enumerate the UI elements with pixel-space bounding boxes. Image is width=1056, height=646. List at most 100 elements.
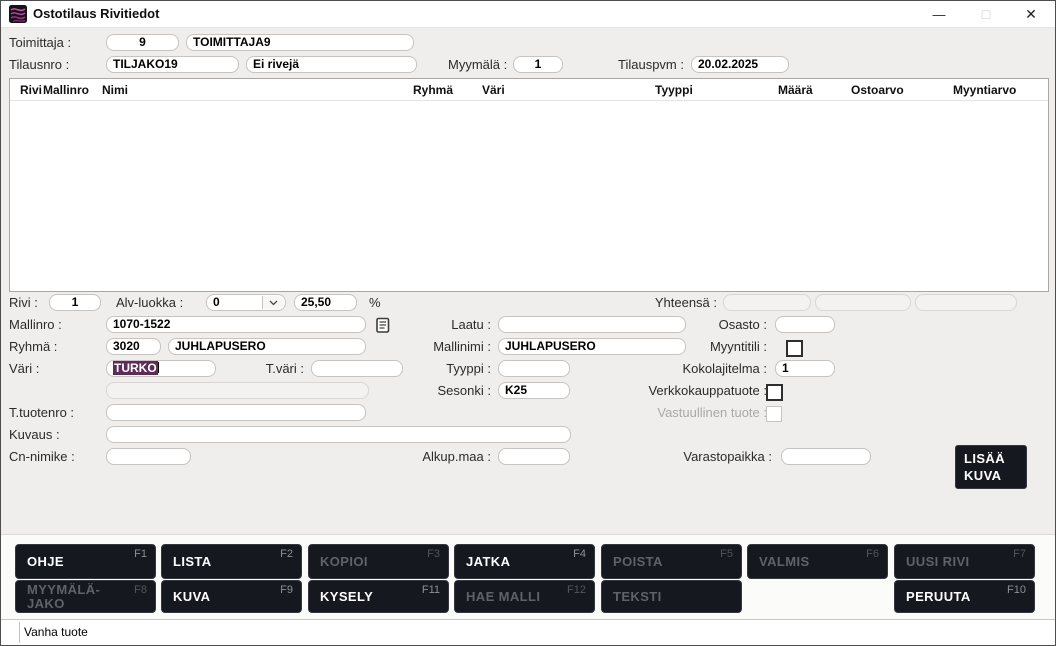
button-myymalajako-label: MYYMÄLÄ-JAKO: [27, 583, 119, 611]
kuvaus-field[interactable]: [106, 426, 571, 443]
button-hae-malli[interactable]: HAE MALLI F12: [454, 580, 595, 613]
verkkokauppatuote-label: Verkkokauppatuote :: [648, 382, 767, 400]
osasto-field[interactable]: [775, 316, 835, 333]
button-lista-label: LISTA: [173, 555, 212, 569]
ryhma-label: Ryhmä :: [9, 338, 57, 356]
col-ryhma: Ryhmä: [413, 82, 453, 98]
button-kuva-label: KUVA: [173, 590, 210, 604]
tyyppi-field[interactable]: [498, 360, 570, 377]
button-hae-malli-label: HAE MALLI: [466, 590, 540, 604]
button-valmis[interactable]: VALMIS F6: [747, 544, 888, 579]
button-poista-label: POISTA: [613, 555, 663, 569]
button-uusi-rivi[interactable]: UUSI RIVI F7: [894, 544, 1035, 579]
verkkokauppatuote-checkbox[interactable]: [766, 384, 783, 401]
alkup-maa-field[interactable]: [498, 448, 570, 465]
text-cursor: [158, 362, 159, 373]
sesonki-label: Sesonki :: [438, 382, 491, 400]
laatu-field[interactable]: [498, 316, 686, 333]
ryhma-name-field[interactable]: JUHLAPUSERO: [168, 338, 366, 355]
yhteensa-field-1: [723, 294, 811, 311]
window-title: Ostotilaus Rivitiedot: [33, 1, 159, 27]
minimize-icon[interactable]: —: [923, 1, 955, 27]
mallinro-label: Mallinro :: [9, 316, 62, 334]
kokolajitelma-field[interactable]: 1: [775, 360, 835, 377]
ryhma-code-field[interactable]: 3020: [106, 338, 161, 355]
button-lista[interactable]: LISTA F2: [161, 544, 302, 579]
vari-selected-text: TURKO: [113, 361, 158, 375]
button-teksti-label: TEKSTI: [613, 590, 662, 604]
maximize-icon: □: [970, 1, 1002, 27]
tilausnro-field[interactable]: TILJAKO19: [106, 56, 239, 73]
button-ohje[interactable]: OHJE F1: [15, 544, 156, 579]
button-jatka[interactable]: JATKA F4: [454, 544, 595, 579]
button-teksti[interactable]: TEKSTI: [601, 580, 742, 613]
close-icon[interactable]: ✕: [1015, 1, 1047, 27]
button-kysely[interactable]: KYSELY F11: [308, 580, 449, 613]
percent-sign: %: [369, 294, 381, 312]
myyntitili-checkbox[interactable]: [786, 340, 803, 357]
tilauspvm-label: Tilauspvm :: [618, 56, 684, 74]
button-uusi-rivi-fkey: F7: [1013, 548, 1026, 560]
col-rivi: Rivi: [20, 82, 42, 98]
alv-luokka-label: Alv-luokka :: [116, 294, 183, 312]
button-jatka-label: JATKA: [466, 555, 510, 569]
yhteensa-field-3: [915, 294, 1017, 311]
cn-nimike-label: Cn-nimike :: [9, 448, 75, 466]
button-kysely-label: KYSELY: [320, 590, 373, 604]
button-peruuta-fkey: F10: [1007, 584, 1026, 596]
col-myyntiarvo: Myyntiarvo: [953, 82, 1016, 98]
sesonki-field[interactable]: K25: [498, 382, 570, 399]
tvari-field[interactable]: [311, 360, 403, 377]
button-jatka-fkey: F4: [573, 548, 586, 560]
tilauspvm-field[interactable]: 20.02.2025: [691, 56, 789, 73]
myymala-label: Myymälä :: [448, 56, 507, 74]
mallinimi-field[interactable]: JUHLAPUSERO: [498, 338, 686, 355]
kokolajitelma-label: Kokolajitelma :: [682, 360, 767, 378]
button-peruuta-label: PERUUTA: [906, 590, 971, 604]
button-kopioi[interactable]: KOPIOI F3: [308, 544, 449, 579]
alv-luokka-select[interactable]: 0: [206, 294, 286, 311]
button-kuva[interactable]: KUVA F9: [161, 580, 302, 613]
button-ohje-label: OHJE: [27, 555, 64, 569]
status-bar: Vanha tuote: [1, 619, 1055, 645]
yhteensa-label: Yhteensä :: [655, 294, 717, 312]
varastopaikka-field[interactable]: [781, 448, 871, 465]
osasto-label: Osasto :: [719, 316, 767, 334]
ostotilaus-rivitiedot-window: Ostotilaus Rivitiedot — □ ✕ Toimittaja :…: [0, 0, 1056, 646]
rivi-field[interactable]: 1: [49, 294, 101, 311]
rivit-info-field[interactable]: Ei rivejä: [246, 56, 417, 73]
button-hae-malli-fkey: F12: [567, 584, 586, 596]
toimittaja-label: Toimittaja :: [9, 34, 71, 52]
button-poista[interactable]: POISTA F5: [601, 544, 742, 579]
myyntitili-label: Myyntitili :: [710, 338, 767, 356]
title-bar: Ostotilaus Rivitiedot — □ ✕: [1, 1, 1055, 28]
tvari-label: T.väri :: [266, 360, 304, 378]
vari-field[interactable]: TURKO: [106, 360, 216, 377]
mallinro-field[interactable]: 1070-1522: [106, 316, 366, 333]
button-myymalajako[interactable]: MYYMÄLÄ-JAKO F8: [15, 580, 156, 613]
toimittaja-name-field[interactable]: TOIMITTAJA9: [186, 34, 414, 51]
col-vari: Väri: [482, 82, 505, 98]
button-lista-fkey: F2: [280, 548, 293, 560]
ttuotenro-label: T.tuotenro :: [9, 404, 74, 422]
col-ostoarvo: Ostoarvo: [851, 82, 904, 98]
vari-label: Väri :: [9, 360, 39, 378]
myymala-field[interactable]: 1: [513, 56, 563, 73]
document-icon[interactable]: [375, 317, 391, 334]
chevron-down-icon[interactable]: [262, 296, 284, 309]
alv-percent-field[interactable]: 25,50: [294, 294, 357, 311]
varastopaikka-label: Varastopaikka :: [683, 448, 772, 466]
toimittaja-code-field[interactable]: 9: [106, 34, 179, 51]
lisaa-kuva-button[interactable]: LISÄÄ KUVA: [955, 445, 1027, 489]
status-text: Vanha tuote: [24, 620, 88, 645]
table-header-divider: [10, 100, 1048, 101]
button-poista-fkey: F5: [720, 548, 733, 560]
yhteensa-field-2: [815, 294, 911, 311]
col-maara: Määrä: [778, 82, 813, 98]
tilausnro-label: Tilausnro :: [9, 56, 69, 74]
vari-extra-field: [106, 382, 369, 399]
button-kopioi-label: KOPIOI: [320, 555, 368, 569]
cn-nimike-field[interactable]: [106, 448, 191, 465]
ttuotenro-field[interactable]: [106, 404, 366, 421]
button-peruuta[interactable]: PERUUTA F10: [894, 580, 1035, 613]
